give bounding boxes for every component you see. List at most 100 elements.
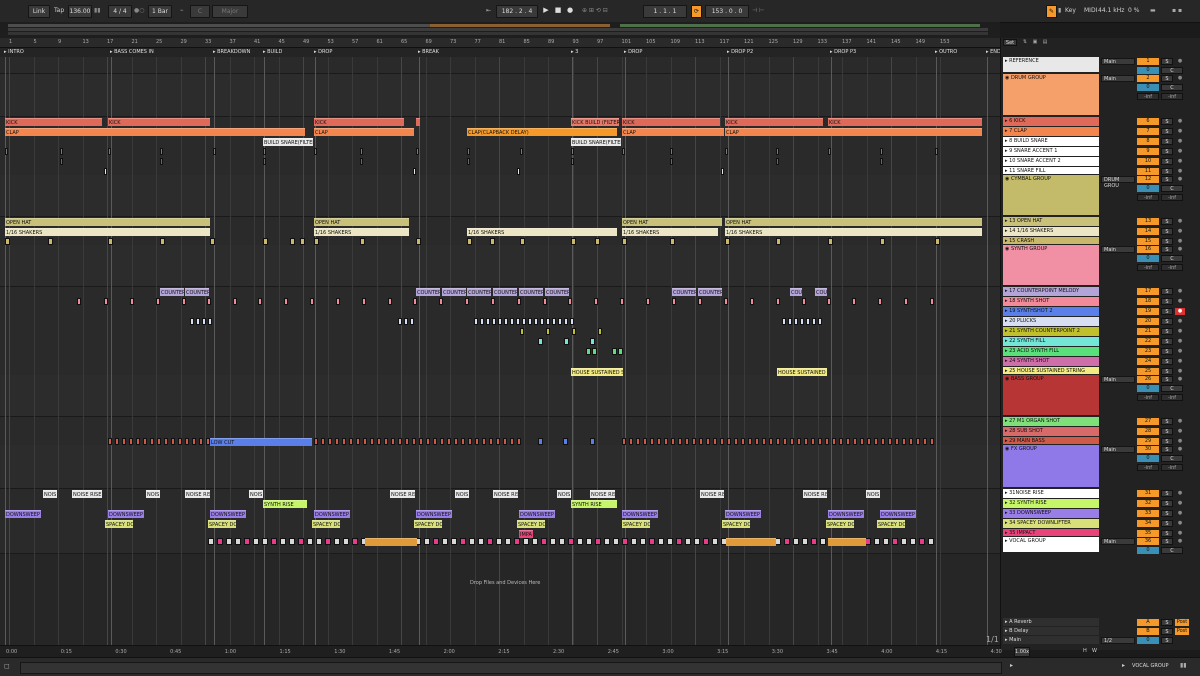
clip-marker[interactable] — [520, 148, 523, 155]
clip-marker[interactable] — [867, 438, 871, 445]
arm-icon[interactable]: ● — [1175, 168, 1185, 175]
clip-marker[interactable] — [360, 158, 363, 165]
clip-marker[interactable] — [612, 348, 617, 355]
clip-marker[interactable] — [694, 538, 700, 545]
track-number[interactable]: 17 — [1137, 288, 1159, 295]
track-expand-icon[interactable]: ▸ — [1122, 662, 1125, 669]
track-number[interactable]: 7 — [1137, 128, 1159, 135]
clip-marker[interactable] — [360, 148, 363, 155]
arrangement-clip[interactable]: HOUSE SUSTAINED ST — [571, 368, 623, 376]
arm-icon[interactable]: ● — [1175, 318, 1185, 325]
time-signature-field[interactable]: 4 / 4 — [108, 5, 132, 18]
solo-button[interactable]: S — [1161, 500, 1173, 507]
solo-button[interactable]: S — [1161, 228, 1173, 235]
solo-button[interactable]: S — [1161, 298, 1173, 305]
solo-button[interactable]: S — [1161, 438, 1173, 445]
clip-marker[interactable] — [881, 438, 885, 445]
nav-arrow-icon[interactable]: ▸ — [1010, 662, 1013, 669]
solo-button[interactable]: S — [1161, 358, 1173, 365]
arrangement-clip[interactable]: KICK — [108, 118, 210, 126]
clip-marker[interactable] — [217, 538, 223, 545]
clip-marker[interactable] — [741, 438, 745, 445]
clip-marker[interactable] — [157, 438, 161, 445]
clip-marker[interactable] — [618, 348, 623, 355]
clip-marker[interactable] — [235, 538, 241, 545]
clip-marker[interactable] — [487, 538, 493, 545]
pan-field[interactable]: C — [1161, 67, 1183, 74]
clip-marker[interactable] — [391, 438, 395, 445]
arrangement-clip[interactable]: OPEN HAT — [314, 218, 409, 226]
clip-marker[interactable] — [398, 318, 402, 325]
volume-field[interactable]: 0 — [1137, 67, 1159, 74]
clip-marker[interactable] — [878, 298, 882, 305]
clip-marker[interactable] — [762, 438, 766, 445]
clip-marker[interactable] — [755, 438, 759, 445]
arrangement-clip[interactable]: BUILD SNARE(FILTER) — [263, 138, 313, 146]
clip-marker[interactable] — [271, 538, 277, 545]
clip-marker[interactable] — [426, 438, 430, 445]
track-number[interactable]: 31 — [1137, 490, 1159, 497]
arm-icon[interactable]: ● — [1175, 358, 1185, 365]
post-button[interactable]: Post — [1175, 628, 1189, 635]
output-route-select[interactable]: Main — [1101, 376, 1135, 383]
clip-marker[interactable] — [199, 438, 203, 445]
clip-marker[interactable] — [794, 318, 798, 325]
arrangement-clip[interactable]: NOISE RISE — [700, 490, 724, 498]
arrangement-clip[interactable]: SPACEY DO — [105, 520, 133, 528]
volume-field[interactable]: 0 — [1137, 385, 1159, 392]
clip-marker[interactable] — [646, 298, 650, 305]
arm-icon[interactable]: ● — [1175, 348, 1185, 355]
scale-select[interactable]: Major — [212, 5, 248, 18]
clip-marker[interactable] — [532, 538, 538, 545]
arrangement-clip[interactable]: DOWNSWEEP — [725, 510, 761, 518]
track-header[interactable]: ▸ 27 M1 ORGAN SHOT — [1003, 417, 1099, 427]
track-number[interactable]: 2 — [1137, 75, 1159, 82]
solo-button[interactable]: S — [1161, 510, 1173, 517]
clip-marker[interactable] — [60, 148, 63, 155]
return-letter[interactable]: A — [1137, 619, 1159, 626]
clip-marker[interactable] — [571, 238, 576, 245]
solo-button[interactable]: S — [1161, 176, 1173, 183]
clip-marker[interactable] — [919, 538, 925, 545]
clip-marker[interactable] — [467, 238, 472, 245]
clip-marker[interactable] — [196, 318, 200, 325]
send-b-field[interactable]: -inf — [1161, 194, 1183, 201]
arm-icon[interactable]: ● — [1175, 520, 1185, 527]
clip-marker[interactable] — [828, 238, 833, 245]
clip-marker[interactable] — [782, 318, 786, 325]
clip-marker[interactable] — [370, 438, 374, 445]
main-volume[interactable]: 0 — [1137, 637, 1159, 644]
arm-icon[interactable]: ● — [1175, 438, 1185, 445]
arrangement-clip[interactable]: COUNTER — [545, 288, 569, 296]
clip-marker[interactable] — [592, 348, 597, 355]
track-header[interactable]: ▸ 20 PLUCKS — [1003, 317, 1099, 327]
clip-marker[interactable] — [788, 318, 792, 325]
volume-field[interactable]: 0 — [1137, 547, 1159, 554]
clip-marker[interactable] — [190, 318, 194, 325]
clip-marker[interactable] — [413, 168, 416, 175]
solo-button[interactable]: S — [1161, 148, 1173, 155]
solo-button[interactable]: S — [1161, 418, 1173, 425]
follow-icon[interactable]: ⌁ — [180, 6, 184, 16]
clip-marker[interactable] — [377, 438, 381, 445]
arrangement-clip[interactable]: COUNTER — [442, 288, 466, 296]
clip-marker[interactable] — [517, 168, 520, 175]
clip-marker[interactable] — [880, 148, 883, 155]
clip-marker[interactable] — [812, 318, 816, 325]
send-b-field[interactable]: -inf — [1161, 93, 1183, 100]
arm-icon[interactable]: ● — [1175, 238, 1185, 245]
clip-marker[interactable] — [538, 438, 543, 445]
return-track-header[interactable]: ▸ B Delay — [1003, 627, 1099, 635]
arrangement-clip[interactable]: NOIS — [866, 490, 880, 498]
arm-icon[interactable]: ● — [1175, 500, 1185, 507]
track-number[interactable]: 27 — [1137, 418, 1159, 425]
arm-icon[interactable]: ● — [1175, 510, 1185, 517]
arm-icon[interactable]: ● — [1175, 128, 1185, 135]
arm-icon[interactable]: ● — [1175, 228, 1185, 235]
clip-marker[interactable] — [160, 158, 163, 165]
clip-marker[interactable] — [482, 438, 486, 445]
track-header[interactable]: ▸ 13 OPEN HAT — [1003, 217, 1099, 227]
clip-marker[interactable] — [342, 438, 346, 445]
track-number[interactable]: 6 — [1137, 118, 1159, 125]
clip-marker[interactable] — [226, 538, 232, 545]
